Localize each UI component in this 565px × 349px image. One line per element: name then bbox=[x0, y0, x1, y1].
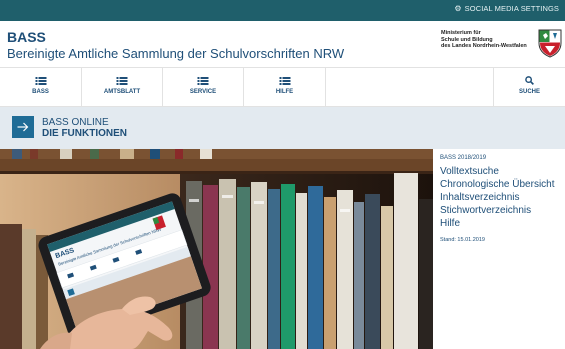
nav-item-label: HILFE bbox=[275, 89, 294, 95]
status-date: Stand: 15.01.2019 bbox=[440, 237, 485, 243]
main-navigation: BASS AMTSBLATT SERVICE HILFE SUCHE bbox=[0, 67, 565, 107]
arrow-right-button[interactable] bbox=[12, 116, 34, 138]
book-spines bbox=[186, 173, 433, 349]
social-media-settings-label: SOCIAL MEDIA SETTINGS bbox=[464, 4, 559, 13]
bookshelf-tablet-illustration: BASS Bereinigte Amtliche Sammlung der Sc… bbox=[0, 149, 433, 349]
link-volltextsuche[interactable]: Volltextsuche bbox=[440, 165, 555, 178]
link-stichwortverzeichnis[interactable]: Stichwortverzeichnis bbox=[440, 204, 555, 217]
nav-item-label: SERVICE bbox=[189, 89, 217, 95]
nav-item-bass[interactable]: BASS bbox=[0, 68, 82, 106]
nav-search-label: SUCHE bbox=[518, 89, 540, 95]
ministry-text: Ministerium für Schule und Bildung des L… bbox=[441, 30, 527, 50]
panel-heading: BASS 2018/2019 bbox=[440, 155, 487, 161]
banner-title: BASS ONLINE bbox=[42, 117, 109, 128]
link-chronologische-uebersicht[interactable]: Chronologische Übersicht bbox=[440, 178, 555, 191]
nav-item-label: BASS bbox=[32, 89, 49, 95]
site-header: BASS Bereinigte Amtliche Sammlung der Sc… bbox=[0, 21, 565, 67]
link-hilfe[interactable]: Hilfe bbox=[440, 217, 555, 230]
banner-subtitle: DIE FUNKTIONEN bbox=[42, 128, 127, 139]
menu-list-icon bbox=[197, 77, 209, 85]
nav-item-label: AMTSBLATT bbox=[103, 89, 141, 95]
menu-list-icon bbox=[279, 77, 290, 85]
site-subtitle: Bereinigte Amtliche Sammlung der Schulvo… bbox=[7, 46, 345, 61]
social-media-settings-link[interactable]: ⚙ SOCIAL MEDIA SETTINGS bbox=[454, 4, 559, 13]
nav-item-hilfe[interactable]: HILFE bbox=[244, 68, 326, 106]
site-title[interactable]: BASS bbox=[7, 29, 46, 45]
top-bar: ⚙ SOCIAL MEDIA SETTINGS bbox=[0, 0, 565, 21]
nav-item-search[interactable]: SUCHE bbox=[493, 68, 565, 106]
quick-links-panel: BASS 2018/2019 Volltextsuche Chronologis… bbox=[433, 149, 565, 349]
nav-item-service[interactable]: SERVICE bbox=[163, 68, 244, 106]
functions-banner[interactable]: BASS ONLINE DIE FUNKTIONEN bbox=[0, 107, 565, 149]
hero-photo: BASS Bereinigte Amtliche Sammlung der Sc… bbox=[0, 149, 433, 349]
menu-list-icon bbox=[35, 77, 46, 85]
nav-item-amtsblatt[interactable]: AMTSBLATT bbox=[82, 68, 163, 106]
panel-link-list: Volltextsuche Chronologische Übersicht I… bbox=[440, 165, 555, 230]
menu-list-icon bbox=[116, 77, 128, 85]
nrw-coat-of-arms-logo[interactable] bbox=[537, 28, 563, 58]
gear-icon: ⚙ bbox=[454, 3, 462, 13]
ministry-line: des Landes Nordrhein-Westfalen bbox=[441, 43, 527, 49]
link-inhaltsverzeichnis[interactable]: Inhaltsverzeichnis bbox=[440, 191, 555, 204]
search-icon bbox=[525, 76, 534, 85]
arrow-right-icon bbox=[17, 122, 29, 132]
